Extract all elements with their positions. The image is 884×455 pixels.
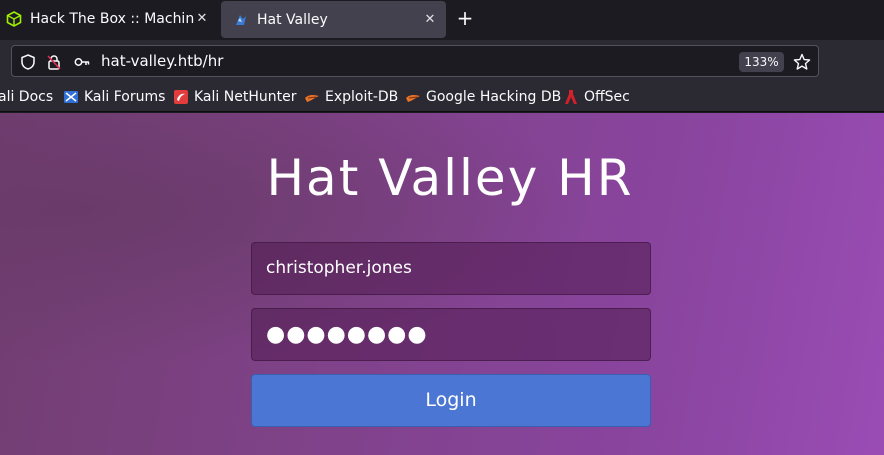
bookmark-label: Kali NetHunter xyxy=(194,89,297,105)
bookmark-label: Google Hacking DB xyxy=(426,89,562,105)
page-content: Hat Valley HR christopher.jones ●●●●●●●●… xyxy=(0,113,884,455)
bookmark-kali-forums[interactable]: Kali Forums xyxy=(63,88,165,106)
close-tab-icon[interactable]: ✕ xyxy=(194,11,210,27)
password-input[interactable]: ●●●●●●●● xyxy=(251,308,651,361)
tab-title: Hack The Box :: Machines xyxy=(30,11,195,27)
tab-title: Hat Valley xyxy=(257,11,328,28)
bookmark-exploit-db[interactable]: Exploit-DB xyxy=(304,88,398,106)
password-value: ●●●●●●●● xyxy=(266,322,428,347)
url-bar[interactable]: hat-valley.htb/hr 133% xyxy=(11,45,819,77)
bookmark-kali-nethunter[interactable]: Kali NetHunter xyxy=(173,88,296,106)
kali-nethunter-icon xyxy=(174,90,188,104)
tab-hack-the-box[interactable]: Hack The Box :: Machines ✕ xyxy=(0,0,218,38)
shield-icon[interactable] xyxy=(19,53,37,71)
insecure-lock-icon[interactable] xyxy=(45,53,63,71)
key-icon[interactable] xyxy=(73,53,91,71)
bookmark-label: ali Docs xyxy=(0,89,54,105)
htb-cube-icon xyxy=(6,11,22,27)
new-tab-button[interactable]: + xyxy=(454,8,476,30)
close-tab-icon[interactable]: ✕ xyxy=(422,12,438,28)
page-title: Hat Valley HR xyxy=(266,149,634,207)
bookmark-google-hacking-db[interactable]: Google Hacking DB xyxy=(405,88,561,106)
login-button[interactable]: Login xyxy=(251,374,651,427)
offsec-icon xyxy=(565,90,577,104)
exploit-db-icon xyxy=(305,94,319,102)
kali-forums-icon xyxy=(64,91,78,103)
tab-hat-valley[interactable]: Hat Valley ✕ xyxy=(221,1,446,38)
google-hacking-db-icon xyxy=(406,94,420,102)
zoom-level-button[interactable]: 133% xyxy=(739,52,784,72)
navigation-bar: hat-valley.htb/hr 133% xyxy=(0,40,884,82)
tab-strip: Hack The Box :: Machines ✕ Hat Valley ✕ … xyxy=(0,0,884,40)
bookmark-star-icon[interactable] xyxy=(793,53,811,71)
bookmark-label: Kali Forums xyxy=(84,89,166,105)
hat-valley-icon xyxy=(236,14,246,25)
username-value: christopher.jones xyxy=(266,258,412,278)
bookmark-kali-docs[interactable]: ali Docs xyxy=(0,88,53,106)
username-input[interactable]: christopher.jones xyxy=(251,242,651,295)
bookmarks-toolbar: ali Docs Kali Forums Kali NetHunter Expl… xyxy=(0,82,884,112)
url-text[interactable]: hat-valley.htb/hr xyxy=(101,52,223,70)
bookmark-label: OffSec xyxy=(584,89,630,105)
bookmark-label: Exploit-DB xyxy=(325,89,399,105)
bookmark-offsec[interactable]: OffSec xyxy=(563,88,630,106)
